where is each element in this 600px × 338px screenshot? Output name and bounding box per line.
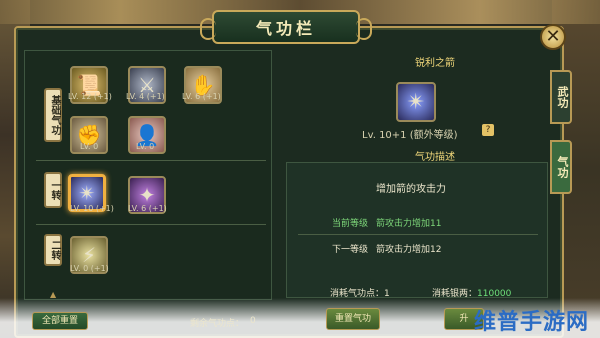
- next-level-row: 下一等级 箭攻击力增加12: [298, 240, 538, 258]
- reset-all-button[interactable]: 全部重置: [32, 312, 88, 330]
- reset-qigong-button[interactable]: 重置气功: [326, 308, 380, 330]
- tab-qigong[interactable]: 气功: [550, 140, 572, 194]
- desc-text: 增加箭的攻击力: [376, 184, 446, 195]
- remain-points-label: 剩余气功点：: [190, 319, 245, 329]
- skill-level: LV. 0 (+1): [70, 264, 109, 273]
- selected-skill-level: Lv. 10+1 (额外等级): [362, 130, 458, 141]
- skill-name: 锐利之箭: [415, 58, 455, 69]
- desc-heading: 气功描述: [415, 152, 455, 163]
- remain-points-value: 0: [250, 316, 256, 326]
- close-icon: ✕: [545, 26, 561, 47]
- current-level-value: 箭攻击力增加11: [376, 219, 442, 229]
- next-level-label: 下一等级: [332, 245, 369, 255]
- group-label-basic: 基础气功: [44, 88, 62, 142]
- skill-level: LV. 0: [80, 142, 99, 151]
- tab-wugong[interactable]: 武功: [550, 70, 572, 124]
- skill-level: LV. 10 (+1): [70, 204, 114, 213]
- skill-level: LV. 4 (+1): [126, 92, 165, 101]
- next-level-value: 箭攻击力增加12: [376, 245, 442, 255]
- watermark-text: 维普手游网: [474, 310, 590, 335]
- skill-level: LV. 0: [136, 142, 155, 151]
- skill-level: LV. 6 (+1): [182, 92, 221, 101]
- arrow-burst-icon: ✴: [78, 181, 96, 205]
- group-divider: [36, 160, 266, 161]
- divider: [298, 234, 538, 235]
- group-divider: [36, 224, 266, 225]
- selected-skill-icon: ✴: [396, 82, 436, 122]
- group-label-first: 一转: [44, 172, 62, 208]
- skill-level: LV. 12 (+1): [68, 92, 112, 101]
- close-button[interactable]: ✕: [540, 24, 566, 50]
- skill-level: LV. 6 (+1): [128, 204, 167, 213]
- current-level-row: 当前等级 箭攻击力增加11: [298, 214, 538, 232]
- arrow-burst-icon: ✴: [406, 89, 426, 115]
- group-label-second: 二转: [44, 234, 62, 266]
- current-level-label: 当前等级: [332, 219, 369, 229]
- info-button[interactable]: ?: [482, 124, 494, 136]
- window-title: 气功栏: [200, 10, 372, 44]
